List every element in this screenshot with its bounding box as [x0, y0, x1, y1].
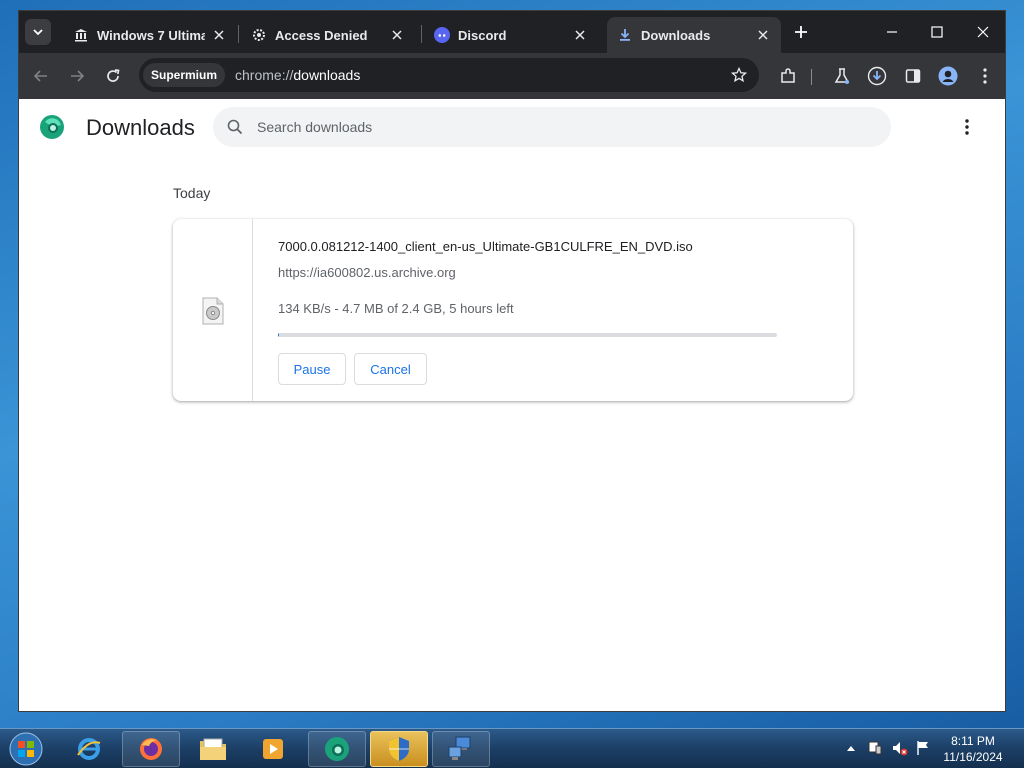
new-tab-button[interactable] [792, 23, 810, 41]
download-icon [617, 27, 633, 43]
close-icon[interactable] [211, 27, 227, 43]
taskbar-media-player[interactable] [244, 731, 302, 767]
close-icon [977, 26, 989, 38]
close-icon[interactable] [572, 27, 588, 43]
folder-icon [200, 738, 226, 760]
volume-muted-icon[interactable] [891, 739, 909, 757]
clock-time: 8:11 PM [951, 734, 995, 748]
bookmark-star-icon[interactable] [727, 63, 751, 87]
pause-button[interactable]: Pause [278, 353, 346, 385]
tab-access-denied[interactable]: Access Denied [241, 17, 415, 53]
download-item-card: 7000.0.081212-1400_client_en-us_Ultimate… [173, 219, 853, 401]
more-actions-icon[interactable] [959, 117, 975, 137]
taskbar-file-explorer[interactable] [184, 731, 242, 767]
tab-label: Downloads [641, 27, 711, 43]
tray-device-icon[interactable] [866, 739, 884, 757]
date-group-heading: Today [173, 185, 211, 201]
arrow-left-icon [33, 70, 47, 82]
browser-chip[interactable]: Supermium [143, 63, 226, 87]
media-player-icon [263, 739, 283, 759]
close-window-button[interactable] [968, 19, 998, 45]
windows-logo-icon [9, 732, 43, 766]
clock-date: 11/16/2024 [943, 750, 1003, 764]
search-input[interactable] [257, 119, 817, 135]
tab-downloads[interactable]: Downloads [607, 17, 781, 53]
reload-button[interactable] [101, 64, 125, 88]
taskbar-security-center[interactable] [370, 731, 428, 767]
taskbar-firefox[interactable] [122, 731, 180, 767]
internet-explorer-icon [77, 738, 101, 760]
maximize-button[interactable] [922, 19, 952, 45]
tab-windows-7-ultimate[interactable]: Windows 7 Ultimate [63, 17, 237, 53]
tab-separator [421, 25, 422, 43]
page-title: Downloads [86, 115, 195, 140]
download-progress-bar [278, 333, 777, 337]
flask-icon[interactable] [830, 64, 854, 88]
tab-separator [238, 25, 239, 43]
chevron-down-icon [33, 29, 43, 36]
tab-search-button[interactable] [25, 19, 51, 45]
plus-icon [795, 26, 807, 38]
downloads-page: Downloads Today 7000.0.081212-1400_clien… [19, 99, 1005, 711]
tab-strip: Windows 7 Ultimate Access Denied Discord… [19, 11, 1005, 53]
address-bar[interactable]: Supermium chrome://downloads [139, 58, 759, 92]
close-icon[interactable] [755, 27, 771, 43]
bank-icon [73, 27, 89, 43]
close-icon[interactable] [389, 27, 405, 43]
system-clock[interactable]: 8:11 PM 11/16/2024 [936, 733, 1010, 765]
chevron-up-icon [847, 746, 855, 751]
show-hidden-icons[interactable] [842, 739, 860, 757]
download-status-text: 134 KB/s - 4.7 MB of 2.4 GB, 5 hours lef… [278, 301, 514, 316]
browser-menu-icon[interactable] [973, 64, 997, 88]
cancel-button[interactable]: Cancel [354, 353, 427, 385]
download-progress-fill [278, 333, 279, 337]
reload-icon [107, 69, 120, 82]
minimize-button[interactable] [877, 19, 907, 45]
taskbar-remote-desktop[interactable] [432, 731, 490, 767]
start-button[interactable] [6, 730, 46, 768]
discord-icon [434, 27, 450, 43]
disc-image-file-icon [202, 297, 224, 325]
firefox-icon [140, 738, 162, 760]
shield-icon [389, 737, 409, 761]
url-scheme: chrome:// [235, 67, 294, 83]
url-text[interactable]: chrome://downloads [235, 67, 727, 83]
tab-discord[interactable]: Discord [424, 17, 598, 53]
action-center-flag-icon[interactable] [914, 739, 932, 757]
gear-shield-icon [251, 27, 267, 43]
tab-label: Access Denied [275, 27, 368, 43]
side-panel-icon[interactable] [901, 64, 925, 88]
download-filename[interactable]: 7000.0.081212-1400_client_en-us_Ultimate… [278, 239, 693, 254]
download-source-url[interactable]: https://ia600802.us.archive.org [278, 265, 456, 280]
minimize-icon [887, 31, 897, 33]
taskbar: 8:11 PM 11/16/2024 [0, 728, 1024, 768]
profile-avatar-icon[interactable] [936, 64, 960, 88]
tab-label: Windows 7 Ultimate [97, 27, 205, 43]
back-button[interactable] [29, 64, 53, 88]
forward-button[interactable] [65, 64, 89, 88]
supermium-logo-icon [40, 115, 64, 139]
browser-window: Windows 7 Ultimate Access Denied Discord… [18, 10, 1006, 712]
tab-label: Discord [458, 27, 507, 43]
arrow-right-icon [71, 70, 85, 82]
search-icon [225, 117, 245, 137]
toolbar-divider [811, 69, 812, 85]
taskbar-internet-explorer[interactable] [60, 731, 118, 767]
maximize-icon [931, 26, 943, 38]
network-computer-icon [448, 736, 471, 760]
extensions-icon[interactable] [776, 64, 800, 88]
toolbar: Supermium chrome://downloads [19, 53, 1005, 99]
supermium-icon [325, 737, 349, 761]
download-status-icon[interactable] [865, 64, 889, 88]
url-host: downloads [293, 67, 361, 83]
taskbar-supermium[interactable] [308, 731, 366, 767]
search-downloads-bar[interactable] [213, 107, 891, 147]
